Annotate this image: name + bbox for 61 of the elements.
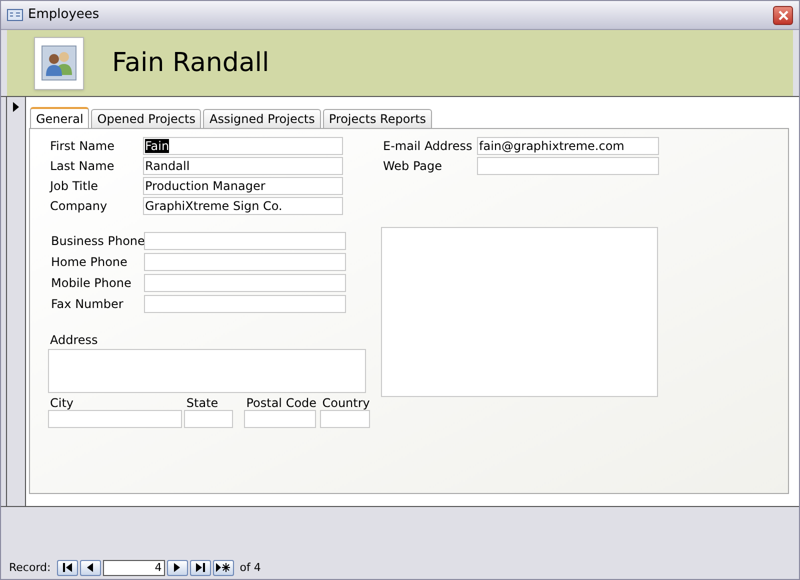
attachment-box[interactable] [381, 227, 658, 397]
text-field[interactable] [144, 274, 346, 292]
field-value: GraphiXtreme Sign Co. [145, 199, 282, 213]
close-button[interactable] [773, 6, 793, 24]
text-field[interactable] [48, 410, 182, 428]
field-label: Postal Code [245, 396, 316, 410]
text-field[interactable]: Fain [143, 137, 343, 155]
field-label: Business Phone [50, 233, 144, 250]
field-label: Fax Number [50, 296, 124, 313]
field-label: Home Phone [50, 254, 128, 271]
first-icon [62, 563, 72, 572]
text-field[interactable] [184, 410, 234, 428]
field-label: Job Title [48, 178, 100, 195]
field-value: fain@graphixtreme.com [479, 139, 624, 153]
tab[interactable]: Opened Projects [91, 109, 202, 128]
text-field[interactable] [144, 232, 346, 250]
people-icon [41, 45, 77, 81]
field-label: Country [321, 396, 370, 410]
text-field[interactable] [320, 410, 370, 428]
next-icon [174, 563, 180, 572]
record-label: Record: [9, 560, 51, 576]
new-record-icon [216, 563, 230, 572]
field-label: City [49, 396, 75, 410]
next-record-button[interactable] [166, 560, 188, 576]
address-field[interactable] [48, 349, 366, 393]
text-field[interactable] [144, 253, 346, 271]
tab[interactable]: Assigned Projects [203, 109, 321, 128]
field-label: Web Page [383, 158, 444, 175]
field-label: Last Name [49, 158, 116, 175]
first-record-button[interactable] [56, 560, 78, 576]
text-field[interactable] [244, 410, 316, 428]
form-icon [7, 9, 23, 21]
previous-icon [87, 563, 94, 572]
record-number-field[interactable]: 4 [102, 560, 165, 576]
field-label: Mobile Phone [50, 275, 132, 292]
last-icon [196, 563, 205, 572]
last-record-button[interactable] [190, 560, 211, 576]
field-label: E-mail Address [383, 138, 474, 155]
text-field[interactable]: fain@graphixtreme.com [477, 137, 659, 155]
previous-record-button[interactable] [80, 560, 101, 576]
text-field[interactable] [477, 157, 659, 175]
field-value: Fain [145, 139, 170, 153]
record-count: of 4 [240, 560, 261, 576]
field-label: Company [49, 198, 108, 215]
text-field[interactable]: Randall [143, 157, 343, 175]
text-field[interactable]: Production Manager [143, 177, 343, 195]
employee-name: Fain Randall [112, 46, 270, 80]
text-field[interactable] [144, 295, 346, 313]
field-label: First Name [49, 138, 116, 155]
new-record-button[interactable] [212, 560, 234, 576]
field-label: State [185, 396, 220, 410]
current-record-icon [13, 102, 19, 112]
field-label: Address [50, 332, 99, 349]
tab[interactable]: Projects Reports [322, 109, 432, 128]
close-icon [778, 10, 788, 20]
tab[interactable]: General [30, 107, 90, 128]
record-selector[interactable] [6, 97, 26, 506]
field-value: Randall [145, 159, 190, 173]
text-field[interactable]: GraphiXtreme Sign Co. [143, 197, 343, 215]
window-title: Employees [28, 6, 100, 24]
field-value: Production Manager [145, 179, 266, 193]
